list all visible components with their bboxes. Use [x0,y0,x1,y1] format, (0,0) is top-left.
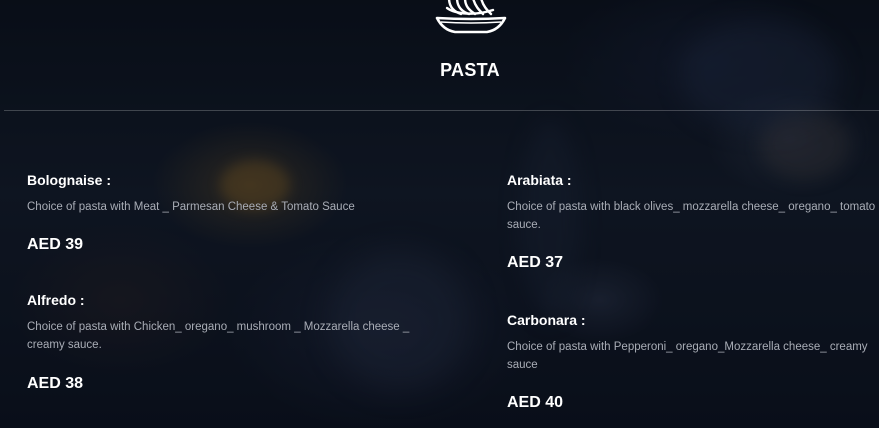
menu-item-bolognaise: Bolognaise : Choice of pasta with Meat _… [27,171,447,253]
menu-item-name: Carbonara : [507,312,586,328]
section-divider [4,110,879,111]
menu-item-description: Choice of pasta with Meat _ Parmesan Che… [27,201,355,213]
menu-section: PASTA Bolognaise : Choice of pasta with … [0,0,879,428]
menu-item-alfredo: Alfredo : Choice of pasta with Chicken_ … [27,291,447,392]
menu-item-description: Choice of pasta with Pepperoni_ oregano_… [507,341,868,371]
spaghetti-plate-icon [435,0,507,34]
menu-item-name: Arabiata : [507,172,572,188]
menu-item-name: Alfredo : [27,292,85,308]
menu-item-carbonara: Carbonara : Choice of pasta with Peppero… [507,311,879,411]
section-title: PASTA [440,60,500,80]
menu-item-price: AED 37 [507,254,564,271]
menu-item-description: Choice of pasta with black olives_ mozza… [507,201,876,231]
menu-item-price: AED 40 [507,394,564,411]
menu-item-price: AED 39 [27,236,84,253]
menu-item-price: AED 38 [27,375,84,392]
menu-item-description: Choice of pasta with Chicken_ oregano_ m… [27,321,410,351]
menu-item-name: Bolognaise : [27,172,112,188]
menu-item-arabiata: Arabiata : Choice of pasta with black ol… [507,171,879,271]
